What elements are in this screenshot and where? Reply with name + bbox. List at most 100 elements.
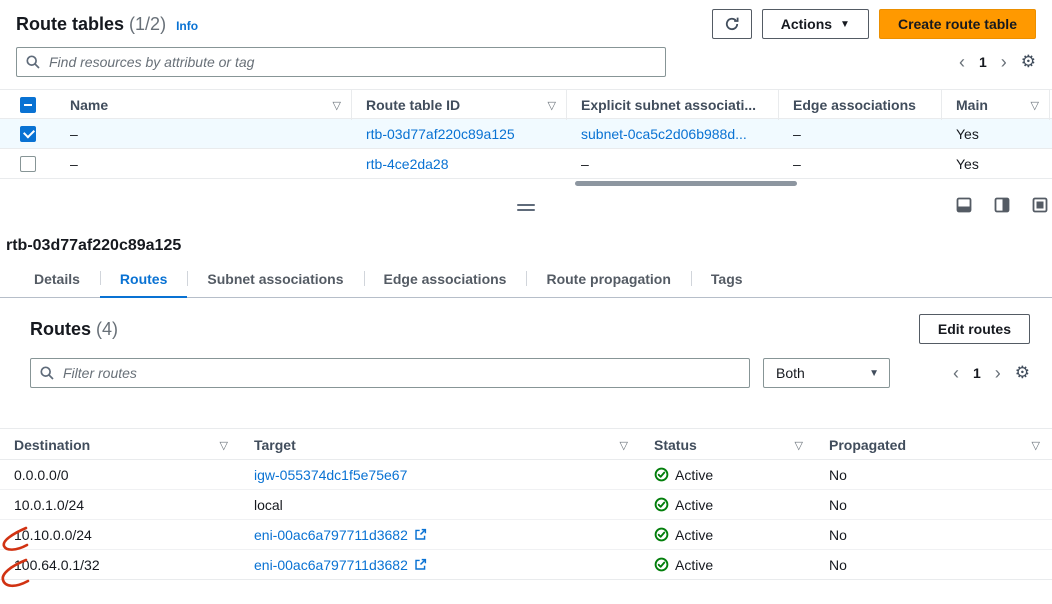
split-drag-handle[interactable]	[517, 201, 535, 214]
detail-tabs: Details Routes Subnet associations Edge …	[0, 263, 1052, 298]
sort-icon[interactable]: ▽	[1026, 439, 1040, 452]
column-header-route-table-id[interactable]: Route table ID ▽	[352, 90, 567, 120]
column-header-edge-associations[interactable]: Edge associations	[779, 90, 942, 120]
cell-main: Yes	[942, 156, 1050, 172]
column-header-destination[interactable]: Destination ▽	[0, 429, 240, 461]
next-page-button[interactable]: ›	[995, 364, 1001, 382]
status-text: Active	[675, 527, 713, 543]
previous-page-button[interactable]: ‹	[953, 364, 959, 382]
status-text: Active	[675, 497, 713, 513]
create-route-table-button[interactable]: Create route table	[879, 9, 1036, 39]
route-scope-value: Both	[776, 365, 805, 381]
target-link[interactable]: eni-00ac6a797711d3682	[254, 557, 408, 573]
route-row[interactable]: 10.0.1.0/24 local Active No	[0, 490, 1052, 520]
route-row[interactable]: 100.64.0.1/32 eni-00ac6a797711d3682	[0, 550, 1052, 580]
tab-subnet-associations[interactable]: Subnet associations	[187, 263, 363, 297]
routes-filter-input[interactable]	[30, 358, 750, 388]
sort-icon[interactable]: ▽	[1025, 99, 1039, 112]
tab-tags[interactable]: Tags	[691, 263, 763, 297]
cell-name: –	[56, 126, 352, 142]
detail-panel: rtb-03d77af220c89a125 Details Routes Sub…	[0, 237, 1052, 580]
cell-subnet: –	[567, 156, 779, 172]
search-input[interactable]	[16, 47, 666, 77]
horizontal-scrollbar-thumb[interactable]	[575, 181, 797, 186]
settings-gear-icon[interactable]: ⚙	[1015, 363, 1030, 383]
settings-gear-icon[interactable]: ⚙	[1021, 52, 1036, 72]
page-title-text: Route tables	[16, 14, 124, 34]
routes-table: Destination ▽ Target ▽ Status ▽ Propagat…	[0, 428, 1052, 580]
column-header-status[interactable]: Status ▽	[640, 429, 815, 461]
pagination: ‹ 1 › ⚙	[959, 52, 1036, 72]
column-header-main[interactable]: Main ▽	[942, 90, 1050, 120]
selected-count: (1/2)	[129, 14, 166, 34]
route-table-id-link[interactable]: rtb-4ce2da28	[366, 156, 449, 172]
route-row[interactable]: 0.0.0.0/0 igw-055374dc1f5e75e67 Active N…	[0, 460, 1052, 490]
table-row[interactable]: – rtb-03d77af220c89a125 subnet-0ca5c2d06…	[0, 119, 1052, 149]
cell-propagated: No	[815, 527, 1052, 543]
page-number[interactable]: 1	[979, 54, 987, 70]
sort-icon[interactable]: ▽	[214, 439, 228, 452]
page-title: Route tables (1/2)	[16, 14, 166, 35]
actions-button[interactable]: Actions ▼	[762, 9, 869, 39]
route-tables-table: Name ▽ Route table ID ▽ Explicit subnet …	[0, 89, 1052, 189]
route-row[interactable]: 10.10.0.0/24 eni-00ac6a797711d3682	[0, 520, 1052, 550]
cell-propagated: No	[815, 557, 1052, 573]
search-icon	[25, 54, 41, 70]
split-panel-divider	[0, 189, 1052, 237]
status-text: Active	[675, 557, 713, 573]
external-link-icon[interactable]	[414, 528, 427, 541]
cell-edge-associations: –	[779, 126, 942, 142]
subnet-association-link[interactable]: subnet-0ca5c2d06b988d...	[581, 126, 747, 142]
detail-title: rtb-03d77af220c89a125	[6, 237, 1052, 255]
route-scope-select[interactable]: Both ▼	[763, 358, 890, 388]
column-header-propagated[interactable]: Propagated ▽	[815, 429, 1052, 461]
select-all-checkbox[interactable]	[20, 97, 36, 113]
routes-pagination: ‹ 1 › ⚙	[953, 363, 1030, 383]
cell-target: local	[240, 497, 640, 513]
target-link[interactable]: eni-00ac6a797711d3682	[254, 527, 408, 543]
row-checkbox[interactable]	[20, 156, 36, 172]
column-header-explicit-subnet[interactable]: Explicit subnet associati...	[567, 90, 779, 120]
page-header: Route tables (1/2) Info Actions ▼ Create…	[0, 0, 1052, 43]
caret-down-icon: ▼	[869, 368, 879, 379]
sort-icon[interactable]: ▽	[614, 439, 628, 452]
caret-down-icon: ▼	[840, 19, 850, 30]
next-page-button[interactable]: ›	[1001, 53, 1007, 71]
tab-details[interactable]: Details	[14, 263, 100, 297]
column-header-name[interactable]: Name ▽	[56, 90, 352, 120]
search-icon	[39, 365, 55, 381]
sort-icon[interactable]: ▽	[327, 99, 341, 112]
target-link[interactable]: igw-055374dc1f5e75e67	[254, 467, 407, 483]
external-link-icon[interactable]	[414, 558, 427, 571]
actions-label: Actions	[781, 16, 832, 32]
tab-routes[interactable]: Routes	[100, 263, 187, 298]
refresh-icon	[724, 16, 740, 32]
column-header-target[interactable]: Target ▽	[240, 429, 640, 461]
cell-name: –	[56, 156, 352, 172]
panel-bottom-layout-icon[interactable]	[956, 197, 972, 213]
table-header-row: Name ▽ Route table ID ▽ Explicit subnet …	[0, 89, 1052, 119]
refresh-button[interactable]	[712, 9, 752, 39]
cell-propagated: No	[815, 467, 1052, 483]
sort-icon[interactable]: ▽	[789, 439, 803, 452]
routes-filter-row: Both ▼ ‹ 1 › ⚙	[30, 358, 1030, 388]
route-table-id-link[interactable]: rtb-03d77af220c89a125	[366, 126, 515, 142]
panel-fullscreen-icon[interactable]	[1032, 197, 1048, 213]
tab-route-propagation[interactable]: Route propagation	[526, 263, 690, 297]
previous-page-button[interactable]: ‹	[959, 53, 965, 71]
panel-layout-controls	[956, 197, 1052, 213]
page-number[interactable]: 1	[973, 365, 981, 381]
row-checkbox[interactable]	[20, 126, 36, 142]
cell-destination: 10.10.0.0/24	[0, 527, 240, 543]
cell-destination: 100.64.0.1/32	[0, 557, 240, 573]
routes-panel: Routes (4) Edit routes Both ▼	[0, 298, 1052, 580]
status-success-icon	[654, 497, 669, 512]
edit-routes-button[interactable]: Edit routes	[919, 314, 1030, 344]
table-row[interactable]: – rtb-4ce2da28 – – Yes	[0, 149, 1052, 179]
cell-propagated: No	[815, 497, 1052, 513]
status-success-icon	[654, 527, 669, 542]
panel-side-layout-icon[interactable]	[994, 197, 1010, 213]
tab-edge-associations[interactable]: Edge associations	[364, 263, 527, 297]
info-link[interactable]: Info	[176, 19, 198, 33]
sort-icon[interactable]: ▽	[542, 99, 556, 112]
